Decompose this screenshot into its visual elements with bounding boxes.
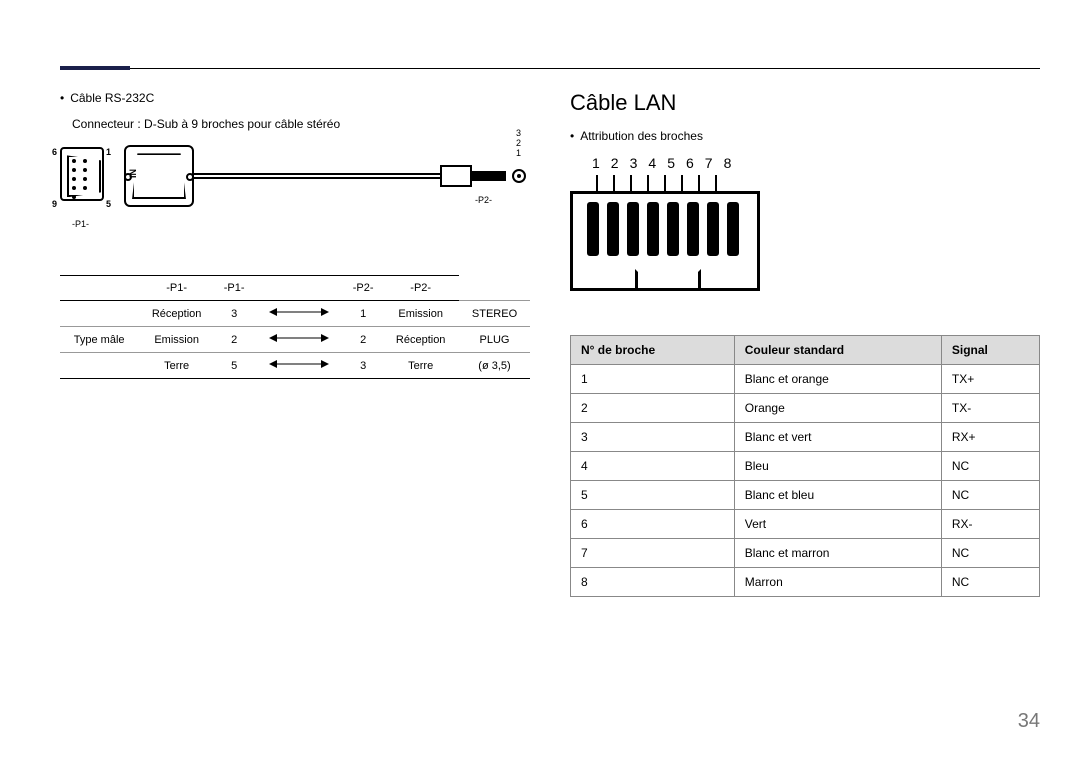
dsub-plug-icon: IN <box>124 145 194 207</box>
p2-diagram-label: -P2- <box>475 195 492 205</box>
jack-tip-icon <box>472 171 506 181</box>
cable-icon <box>194 173 440 179</box>
lan-bullet: Attribution des broches <box>570 128 1040 145</box>
table-row: Terre 5 3 Terre (ø 3,5) <box>60 353 530 379</box>
arrow-icon <box>253 327 344 353</box>
col-color: Couleur standard <box>734 336 941 365</box>
pin-9-label: 9 <box>52 199 57 209</box>
arrow-icon <box>253 301 344 327</box>
lan-title: Câble LAN <box>570 90 1040 116</box>
table-row: Type mâle Emission 2 2 Réception PLUG <box>60 327 530 353</box>
table-row: 8MarronNC <box>571 568 1040 597</box>
col-p1b: -P1- <box>215 276 253 301</box>
p1-diagram-label: -P1- <box>72 219 89 229</box>
rs232-diagram: 6 1 9 5 -P1- IN 3 2 <box>60 141 530 261</box>
lan-pin-table: N° de broche Couleur standard Signal 1Bl… <box>570 335 1040 597</box>
rj45-connector-icon <box>570 191 760 291</box>
table-row: Réception 3 1 Emission STEREO <box>60 301 530 327</box>
arrow-icon <box>253 353 344 379</box>
table-row: 2OrangeTX- <box>571 394 1040 423</box>
table-row: 3Blanc et vertRX+ <box>571 423 1040 452</box>
pin-6-label: 6 <box>52 147 57 157</box>
in-label: IN <box>128 169 138 178</box>
header-rule <box>60 68 1040 73</box>
page-number: 34 <box>1018 710 1040 733</box>
col-p2b: -P2- <box>382 276 459 301</box>
rs232-pin-table: -P1- -P1- -P2- -P2- Réception 3 1 Emissi… <box>60 275 530 379</box>
left-column: Câble RS-232C Connecteur : D-Sub à 9 bro… <box>60 90 530 597</box>
pin-5-label: 5 <box>106 199 111 209</box>
stereo-jack-icon <box>440 165 472 187</box>
col-pin-no: N° de broche <box>571 336 735 365</box>
rs232-sub: Connecteur : D-Sub à 9 broches pour câbl… <box>72 117 530 131</box>
right-column: Câble LAN Attribution des broches 123456… <box>570 90 1040 597</box>
row-label: Type mâle <box>60 327 138 353</box>
col-signal: Signal <box>941 336 1039 365</box>
table-row: 7Blanc et marronNC <box>571 539 1040 568</box>
rj45-pin-numbers: 12345678 <box>592 155 731 171</box>
dsub-connector-icon <box>60 147 104 201</box>
jack-pin-numbers: 3 2 1 <box>516 129 521 159</box>
table-row: 1Blanc et orangeTX+ <box>571 365 1040 394</box>
table-row: 5Blanc et bleuNC <box>571 481 1040 510</box>
table-row: 6VertRX- <box>571 510 1040 539</box>
col-p1a: -P1- <box>138 276 215 301</box>
rj45-diagram: 12345678 <box>570 155 770 315</box>
jack-ring-icon <box>512 169 526 183</box>
table-row: 4BleuNC <box>571 452 1040 481</box>
pin-1-label: 1 <box>106 147 111 157</box>
rs232-bullet: Câble RS-232C <box>60 90 530 107</box>
col-p2a: -P2- <box>344 276 382 301</box>
